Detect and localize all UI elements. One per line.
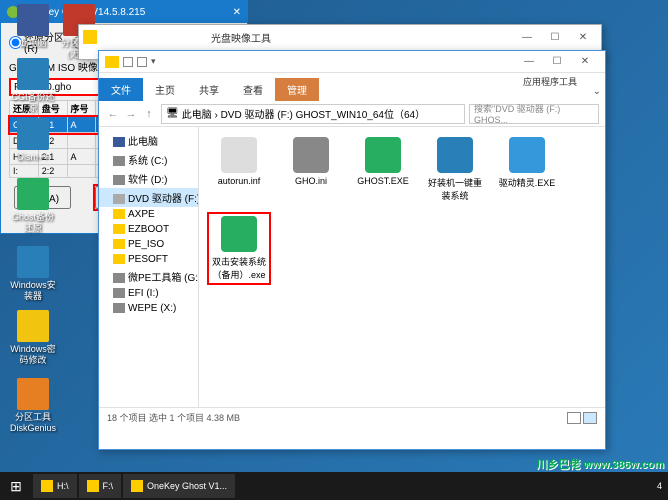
maximize-button[interactable]: ☐	[541, 27, 569, 47]
view-details-icon[interactable]	[567, 412, 581, 424]
backwin-title: 光盘映像工具	[211, 30, 271, 45]
tab-view[interactable]: 查看	[231, 78, 275, 101]
ribbon-tabs: 文件 主页 共享 查看 管理 应用程序工具 ⌄	[99, 73, 605, 101]
tree-node[interactable]: EFI (I:)	[99, 286, 198, 301]
nav-tree: 此电脑系统 (C:)软件 (D:)DVD 驱动器 (F:) GHAXPEEZBO…	[99, 127, 199, 407]
tree-node[interactable]: WEPE (X:)	[99, 301, 198, 316]
folder-icon	[83, 30, 97, 44]
tab-home[interactable]: 主页	[143, 78, 187, 101]
desktop-icon[interactable]: 分区工具DiskGenius	[10, 378, 56, 434]
folder-icon	[105, 56, 119, 68]
start-button[interactable]: ⊞	[0, 472, 32, 500]
address-bar-row: ← → ↑ 🖥 此电脑 › DVD 驱动器 (F:) GHOST_WIN10_6…	[99, 101, 605, 127]
watermark: 川乡巴佬 www.386w.com	[536, 456, 664, 472]
desktop-icon[interactable]: Ghost备份还原	[10, 178, 56, 234]
desktop-icon[interactable]: 此电脑	[10, 4, 56, 49]
view-icons-icon[interactable]	[583, 412, 597, 424]
forward-button[interactable]: →	[123, 106, 139, 122]
desktop-icon[interactable]: Windows密码修改	[10, 310, 56, 366]
file-item[interactable]: GHOST.EXE	[351, 135, 415, 204]
desktop-icon[interactable]: Windows安装器	[10, 246, 56, 302]
tab-share[interactable]: 共享	[187, 78, 231, 101]
desktop-icon[interactable]: CGI备份还原	[10, 58, 56, 114]
minimize-button[interactable]: —	[515, 52, 543, 72]
tree-node[interactable]: AXPE	[99, 207, 198, 222]
ribbon-expand-icon[interactable]: ⌄	[593, 86, 601, 97]
file-item[interactable]: 双击安装系统（备用）.exe	[207, 212, 271, 285]
file-item[interactable]: GHO.ini	[279, 135, 343, 204]
back-button[interactable]: ←	[105, 106, 121, 122]
explorer-window: ▾ — ☐ ✕ 文件 主页 共享 查看 管理 应用程序工具 ⌄ ← → ↑ 🖥 …	[98, 50, 606, 450]
status-text: 18 个项目 选中 1 个项目 4.38 MB	[107, 411, 240, 424]
minimize-button[interactable]: —	[513, 27, 541, 47]
tree-node[interactable]: PE_ISO	[99, 237, 198, 252]
quick-access-toolbar: ▾ — ☐ ✕	[99, 51, 605, 73]
tree-node[interactable]: 此电脑	[99, 131, 198, 150]
tree-node[interactable]: 系统 (C:)	[99, 150, 198, 169]
file-pane: autorun.infGHO.iniGHOST.EXE好装机一键重装系统驱动精灵…	[199, 127, 605, 407]
file-item[interactable]: 好装机一键重装系统	[423, 135, 487, 204]
taskbar-button[interactable]: F:\	[79, 474, 122, 498]
system-tray[interactable]: 4	[657, 481, 668, 491]
status-bar: 18 个项目 选中 1 个项目 4.38 MB	[99, 407, 605, 427]
breadcrumb-text: 此电脑 › DVD 驱动器 (F:) GHOST_WIN10_64位（64）	[182, 106, 425, 121]
tab-manage[interactable]: 管理	[275, 78, 319, 101]
taskbar-button[interactable]: OneKey Ghost V1...	[123, 474, 235, 498]
breadcrumb[interactable]: 🖥 此电脑 › DVD 驱动器 (F:) GHOST_WIN10_64位（64）	[161, 104, 465, 124]
qat-icon[interactable]	[137, 57, 147, 67]
file-item[interactable]: autorun.inf	[207, 135, 271, 204]
file-item[interactable]: 驱动精灵.EXE	[495, 135, 559, 204]
up-button[interactable]: ↑	[141, 106, 157, 122]
tab-file[interactable]: 文件	[99, 78, 143, 101]
tree-node[interactable]: DVD 驱动器 (F:) GH	[99, 188, 198, 207]
search-input[interactable]: 搜索"DVD 驱动器 (F:) GHOS...	[469, 104, 599, 124]
maximize-button[interactable]: ☐	[543, 52, 571, 72]
taskbar: ⊞ H:\F:\OneKey Ghost V1... 4	[0, 472, 668, 500]
qat-icon[interactable]	[123, 57, 133, 67]
taskbar-button[interactable]: H:\	[33, 474, 77, 498]
close-button[interactable]: ✕	[571, 52, 599, 72]
tree-node[interactable]: PESOFT	[99, 252, 198, 267]
desktop-icon[interactable]: Dism++	[10, 118, 56, 163]
tab-group-label: 应用程序工具	[515, 73, 585, 90]
tree-node[interactable]: 微PE工具箱 (G:)	[99, 267, 198, 286]
close-button[interactable]: ✕	[569, 27, 597, 47]
tree-node[interactable]: EZBOOT	[99, 222, 198, 237]
tray-text: 4	[657, 481, 662, 491]
tree-node[interactable]: 软件 (D:)	[99, 169, 198, 188]
